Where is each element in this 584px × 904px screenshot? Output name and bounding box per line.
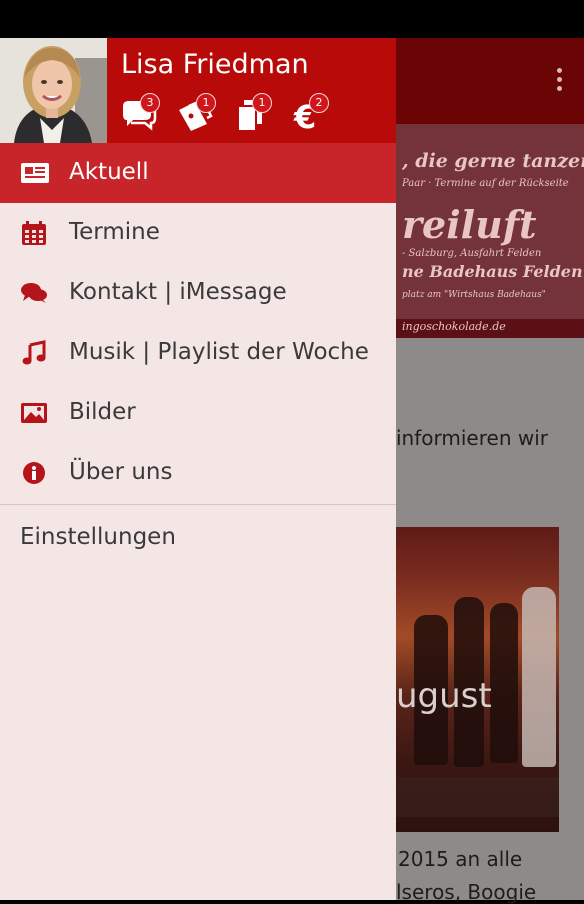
music-note-icon <box>20 340 48 366</box>
nav-item-label: Musik | Playlist der Woche <box>69 339 369 365</box>
nav-item-aktuell[interactable]: Aktuell <box>0 143 396 203</box>
banner-line: Paar · Termine auf der Rückseite <box>402 178 569 189</box>
drawer-header: Lisa Friedman 3 1 1 € 2 <box>0 38 396 143</box>
chat-icon <box>20 280 48 306</box>
notification-badge: 2 <box>309 93 329 113</box>
banner-line: - Salzburg, Ausfahrt Felden <box>402 248 542 259</box>
info-icon <box>20 460 48 486</box>
settings-item[interactable]: Einstellungen <box>20 524 176 550</box>
overflow-menu-icon[interactable] <box>552 68 566 96</box>
avatar[interactable] <box>0 38 107 143</box>
notification-badge: 1 <box>252 93 272 113</box>
event-title: ugust <box>396 676 492 716</box>
article-text: informieren wir <box>396 426 548 450</box>
navigation-drawer: Lisa Friedman 3 1 1 € 2 Aktuell Termine … <box>0 38 396 900</box>
nav-item-label: Kontakt | iMessage <box>69 279 287 305</box>
calendar-icon <box>20 220 48 246</box>
status-bar <box>0 0 584 38</box>
user-name: Lisa Friedman <box>121 49 309 80</box>
nav-item-musik[interactable]: Musik | Playlist der Woche <box>0 323 396 383</box>
nav-item-bilder[interactable]: Bilder <box>0 383 396 443</box>
banner-line: ingoschokolade.de <box>402 320 506 333</box>
banner-line: platz am "Wirtshaus Badehaus" <box>402 290 546 300</box>
newspaper-icon <box>20 160 49 186</box>
notification-badge: 3 <box>140 93 160 113</box>
notification-badge: 1 <box>196 93 216 113</box>
article-text: lseros, Boogie <box>396 880 537 904</box>
image-icon <box>20 400 48 426</box>
nav-item-label: Aktuell <box>69 159 149 185</box>
nav-item-ueber-uns[interactable]: Über uns <box>0 443 396 503</box>
nav-item-kontakt[interactable]: Kontakt | iMessage <box>0 263 396 323</box>
nav-item-termine[interactable]: Termine <box>0 203 396 263</box>
event-banner[interactable]: , die gerne tanzen Paar · Termine auf de… <box>396 124 584 338</box>
nav-item-label: Über uns <box>69 459 173 485</box>
banner-line: reiluft <box>402 202 537 247</box>
banner-line: ne Badehaus Felden <box>402 262 583 281</box>
nav-item-label: Bilder <box>69 399 136 425</box>
nav-item-label: Termine <box>69 219 160 245</box>
divider <box>0 504 396 505</box>
banner-line: , die gerne tanzen <box>402 150 584 172</box>
article-text: 2015 an alle <box>398 847 523 871</box>
